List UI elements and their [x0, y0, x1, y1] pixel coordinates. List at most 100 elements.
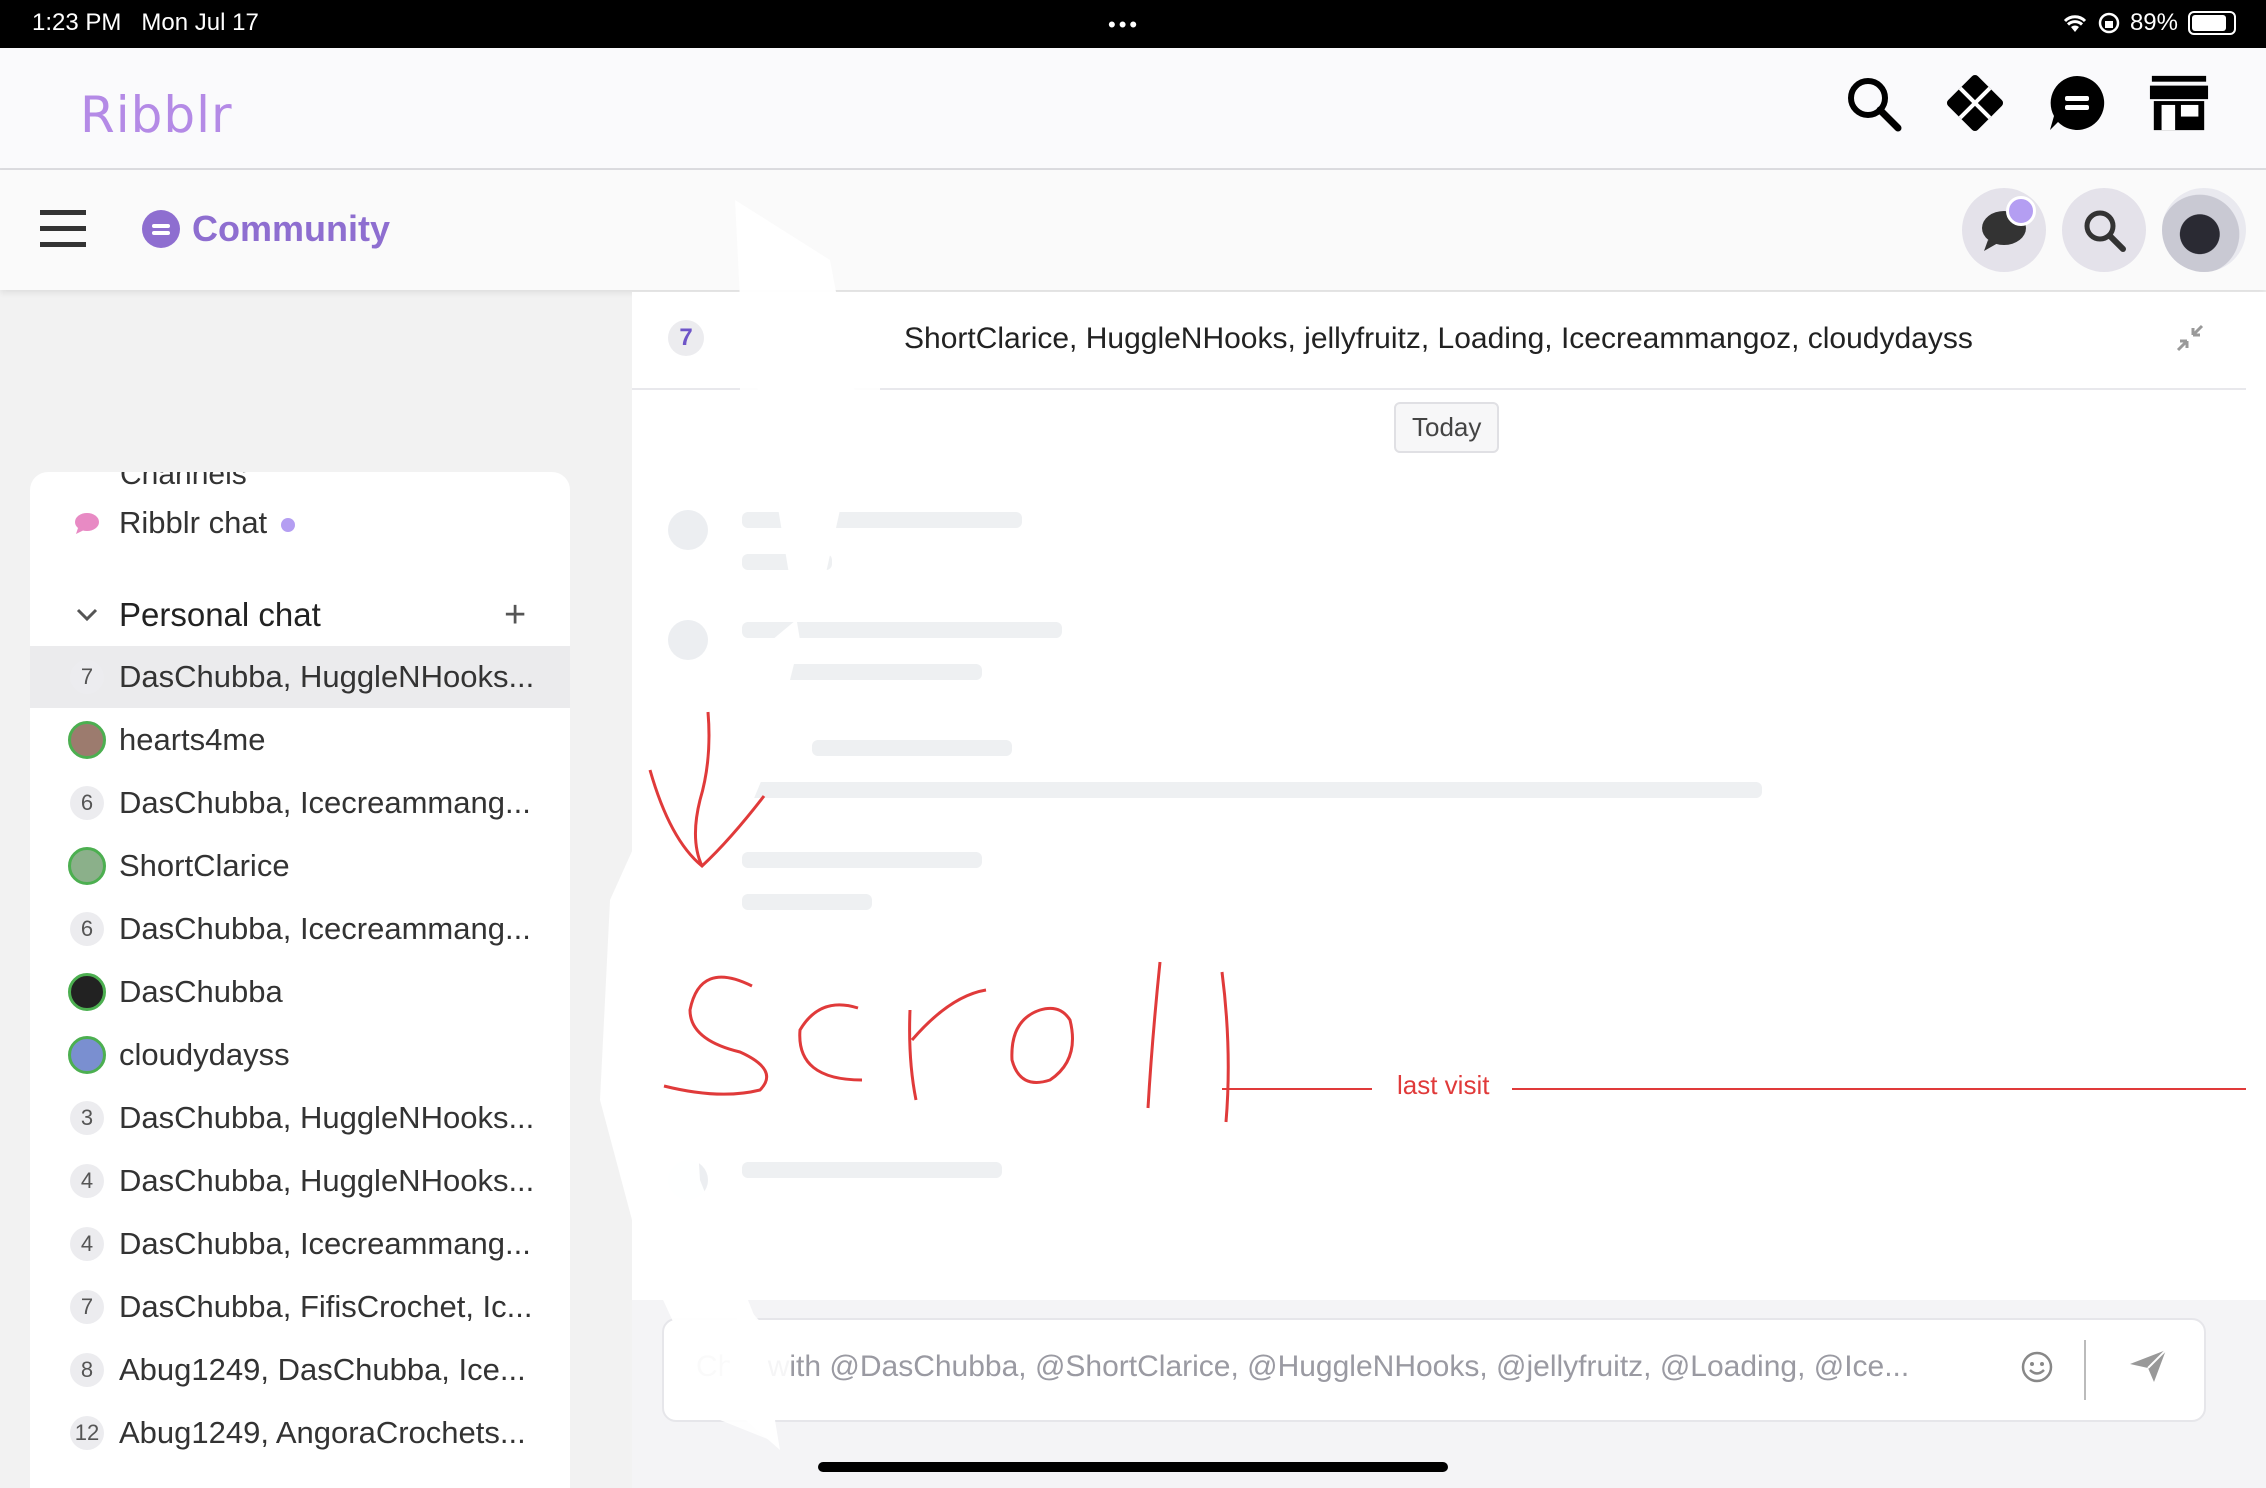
member-count-badge: 7 [668, 320, 704, 356]
composer: Chat with @DasChubba, @ShortClarice, @Hu… [632, 1300, 2266, 1488]
personal-chat-header[interactable]: Personal chat + [30, 584, 570, 646]
chat-list-item-label: ShortClarice [119, 848, 290, 883]
member-count-badge: 12 [70, 1416, 104, 1450]
member-count-badge: 7 [70, 660, 104, 694]
chat-list-item-label: cloudydayss [119, 1037, 290, 1072]
ribblr-logo[interactable]: Ribblr [80, 86, 233, 144]
last-visit-line-right [1512, 1088, 2246, 1090]
chat-list-item[interactable]: 12 Abug1249, AngoraCrochets... [30, 1402, 570, 1464]
chat-list-item[interactable]: 3 DasChubba, HuggleNHooks... [30, 1087, 570, 1149]
chat-input-placeholder: Chat with @DasChubba, @ShortClarice, @Hu… [696, 1350, 1910, 1383]
chat-list-item[interactable]: 7 DasChubba, FifisCrochet, Ic... [30, 1276, 570, 1338]
battery-icon [2188, 11, 2236, 35]
community-title[interactable]: Community [140, 208, 390, 250]
status-bar: 1:23 PM Mon Jul 17 ••• 89% [0, 0, 2266, 48]
wifi-icon [2063, 15, 2087, 32]
chat-members[interactable]: ShortClarice, HuggleNHooks, jellyfruitz,… [904, 322, 1973, 356]
chat-input[interactable]: Chat with @DasChubba, @ShortClarice, @Hu… [662, 1318, 2206, 1422]
chat-list-item[interactable]: 4 DasChubba, HuggleNHooks... [30, 1150, 570, 1212]
member-count-badge: 3 [70, 1101, 104, 1135]
status-right: 89% [2062, 9, 2236, 37]
collapse-icon[interactable] [2174, 322, 2206, 359]
chat-list-item-label: DasChubba, Icecreammang... [119, 911, 531, 946]
chat-list-item[interactable]: ShortClarice [30, 835, 570, 897]
rotation-lock-icon [2098, 12, 2120, 34]
chat-list-item-label: DasChubba [119, 974, 283, 1009]
top-icons [1842, 72, 2210, 134]
chat-list-item-label: DasChubba, HuggleNHooks... [119, 659, 535, 694]
chat-list-item[interactable]: hearts4me [30, 709, 570, 771]
member-count-badge: 4 [70, 1164, 104, 1198]
today-divider: Today [1394, 402, 1500, 453]
member-count-badge: 6 [70, 786, 104, 820]
store-icon[interactable] [2148, 72, 2210, 134]
message-avatar [668, 1160, 708, 1200]
subheader-icons [1962, 188, 2246, 272]
channels-label: Channels [120, 472, 247, 491]
member-count-badge: 6 [70, 912, 104, 946]
message-text [742, 782, 1762, 798]
message-meta [742, 1162, 1002, 1178]
last-visit-label: last visit [1397, 1070, 1490, 1100]
unread-dot [281, 517, 296, 532]
search-icon [2084, 210, 2126, 252]
speech-bubble-icon [75, 513, 99, 534]
chat-list-item[interactable]: 6 DasChubba, Icecreammang... [30, 772, 570, 834]
chat-list-item-label: DasChubba, Icecreammang... [119, 1226, 531, 1261]
user-avatar [68, 973, 106, 1011]
chevron-down-icon [76, 608, 98, 622]
add-chat-button[interactable]: + [504, 594, 526, 637]
pattern-icon[interactable] [1944, 72, 2006, 134]
profile-avatar[interactable] [2162, 188, 2246, 272]
send-icon[interactable] [2128, 1348, 2168, 1389]
search-icon[interactable] [1842, 72, 1904, 134]
ribblr-chat-label: Ribblr chat [119, 505, 268, 540]
battery-percent: 89% [2129, 9, 2178, 36]
message-text [742, 664, 982, 680]
home-indicator[interactable] [818, 1462, 1448, 1472]
message-text [742, 554, 832, 570]
community-label: Community [192, 208, 390, 249]
last-visit-line-left [1222, 1088, 1372, 1090]
message-avatar [668, 510, 708, 550]
chat-header: 7 ShortClarice, HuggleNHooks, jellyfruit… [632, 292, 2246, 390]
community-icon [142, 210, 180, 248]
menu-icon[interactable] [40, 208, 86, 255]
chat-list-item[interactable]: DasChubba [30, 961, 570, 1023]
status-time: 1:23 PM Mon Jul 17 [32, 9, 259, 36]
chat-list-item[interactable]: 6 DasChubba, Icecreammang... [30, 898, 570, 960]
sidebar-item-ribblr-chat[interactable]: Ribblr chat [30, 492, 570, 554]
top-bar: Ribblr [0, 48, 2266, 170]
chat-icon[interactable] [2046, 72, 2108, 134]
chat-list-item-label: DasChubba, HuggleNHooks... [119, 1163, 535, 1198]
user-avatar [68, 847, 106, 885]
chat-list-item-label: Abug1249, AngoraCrochets... [119, 1415, 526, 1450]
message-meta [812, 740, 1012, 756]
chat-list-item[interactable]: 4 DasChubba, Icecreammang... [30, 1213, 570, 1275]
personal-chat-label: Personal chat [119, 596, 321, 633]
community-header: Community [0, 170, 2266, 290]
chat-bubble-button[interactable] [1962, 188, 2046, 272]
notification-dot [2006, 196, 2036, 226]
input-separator [2084, 1340, 2086, 1400]
member-count-badge: 7 [70, 1290, 104, 1324]
member-count-badge: 8 [70, 1353, 104, 1387]
chat-list-item[interactable]: 7 DasChubba, HuggleNHooks... [30, 646, 570, 708]
message-avatar [668, 620, 708, 660]
emoji-icon[interactable] [2020, 1350, 2054, 1389]
multitask-dots[interactable]: ••• [1108, 12, 1140, 38]
user-avatar [68, 1036, 106, 1074]
community-search-button[interactable] [2062, 188, 2146, 272]
chat-list-item-label: hearts4me [119, 722, 266, 757]
user-avatar [68, 721, 106, 759]
message-meta [742, 512, 1022, 528]
chat-list-item[interactable]: cloudydayss [30, 1024, 570, 1086]
chat-list-item-label: DasChubba, HuggleNHooks... [119, 1100, 535, 1135]
message-meta [742, 622, 1062, 638]
chat-panel: 7 ShortClarice, HuggleNHooks, jellyfruit… [632, 292, 2266, 1488]
chat-list-item[interactable]: 8 Abug1249, DasChubba, Ice... [30, 1339, 570, 1401]
chat-list-item-label: DasChubba, FifisCrochet, Ic... [119, 1289, 533, 1324]
message-meta [742, 852, 982, 868]
chat-list-item-label: DasChubba, Icecreammang... [119, 785, 531, 820]
message-text [742, 894, 872, 910]
